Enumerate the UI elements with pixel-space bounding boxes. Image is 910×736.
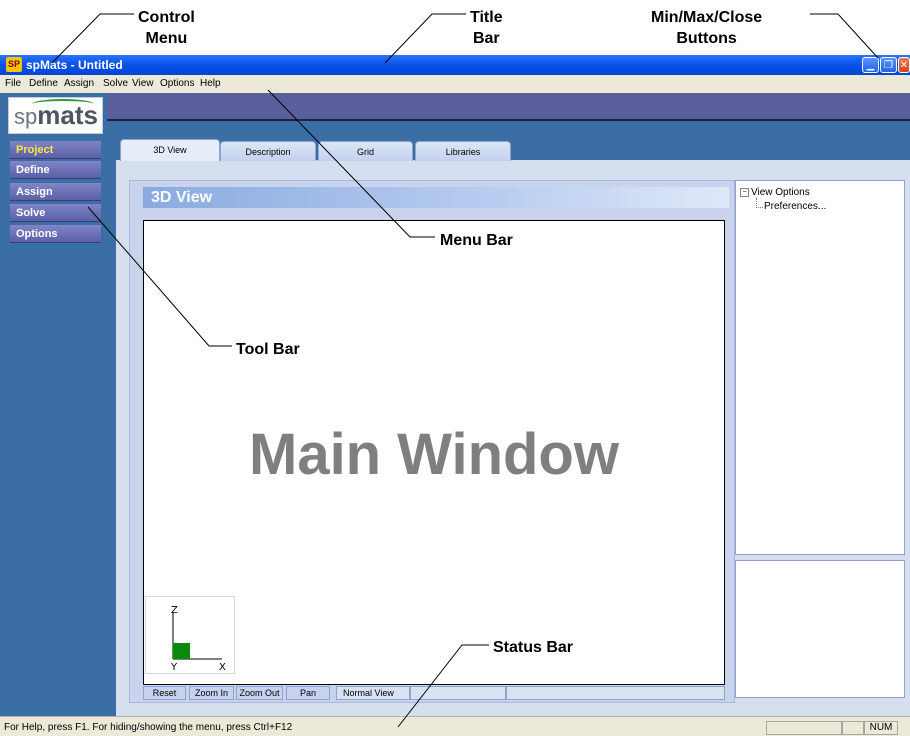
menu-solve[interactable]: Solve xyxy=(103,77,128,91)
axes-icon: Z Y X xyxy=(170,605,226,673)
menu-view[interactable]: View xyxy=(132,77,154,91)
callout-title-bar-line1: Title xyxy=(470,9,503,26)
callout-tool-bar: Tool Bar xyxy=(236,341,300,358)
toolbar-options[interactable]: Options xyxy=(10,225,101,243)
callout-window-buttons-line2: Buttons xyxy=(676,30,737,47)
tab-description[interactable]: Description xyxy=(220,141,316,161)
callout-window-buttons-line1: Min/Max/Close xyxy=(651,9,763,26)
callout-control-menu: Control Menu xyxy=(138,7,195,49)
callout-status-bar: Status Bar xyxy=(493,639,574,656)
view-title: 3D View xyxy=(143,187,729,208)
axis-y-label: Y xyxy=(170,662,178,673)
main-window-label: Main Window xyxy=(249,422,619,487)
tree-root-view-options[interactable]: View Options xyxy=(751,187,810,199)
callout-control-menu-line1: Control xyxy=(138,9,195,26)
toolbar-project[interactable]: Project xyxy=(10,141,101,159)
menu-assign[interactable]: Assign xyxy=(64,77,94,91)
zoom-in-button[interactable]: Zoom In xyxy=(189,686,234,700)
control-menu-icon[interactable]: SP xyxy=(6,57,22,72)
minimize-icon[interactable]: ▁ xyxy=(862,57,879,73)
tab-grid[interactable]: Grid xyxy=(318,141,413,161)
callout-title-bar: Title Bar xyxy=(470,7,503,49)
tree-item-preferences[interactable]: Preferences... xyxy=(764,201,826,213)
status-num-indicator: NUM xyxy=(864,721,898,735)
logo-name: mats xyxy=(37,100,98,130)
toolbar-assign[interactable]: Assign xyxy=(10,183,101,201)
title-bar[interactable] xyxy=(0,55,910,75)
tab-3d-view[interactable]: 3D View xyxy=(120,139,220,161)
status-cell-2 xyxy=(842,721,864,735)
zoom-out-button[interactable]: Zoom Out xyxy=(236,686,283,700)
close-icon[interactable]: ✕ xyxy=(898,57,910,73)
menu-help[interactable]: Help xyxy=(200,77,221,91)
menu-file[interactable]: File xyxy=(5,77,21,91)
logo-prefix: sp xyxy=(14,104,38,129)
menu-define[interactable]: Define xyxy=(29,77,58,91)
callout-window-buttons: Min/Max/Close Buttons xyxy=(651,7,762,49)
properties-panel xyxy=(735,560,905,698)
tab-libraries[interactable]: Libraries xyxy=(415,141,511,161)
header-band xyxy=(107,93,910,121)
restore-icon[interactable]: ❐ xyxy=(880,57,897,73)
window-title: spMats - Untitled xyxy=(26,58,123,72)
status-cell-1 xyxy=(766,721,842,735)
menu-options[interactable]: Options xyxy=(160,77,194,91)
view-options-tree xyxy=(735,180,905,555)
toolbar-solve[interactable]: Solve xyxy=(10,204,101,222)
axes-indicator: Z Y X xyxy=(145,596,235,674)
view-mode-status: Normal View xyxy=(336,686,410,700)
tree-collapse-icon[interactable]: − xyxy=(740,188,749,197)
pan-button[interactable]: Pan xyxy=(286,686,330,700)
view-status-cell-end xyxy=(506,686,725,700)
callout-control-menu-line2: Menu xyxy=(145,30,188,47)
status-help-text: For Help, press F1. For hiding/showing t… xyxy=(4,722,293,733)
tree-connector-branch xyxy=(756,207,763,208)
callout-title-bar-line2: Bar xyxy=(472,30,500,47)
view-status-cell xyxy=(410,686,506,700)
callout-menu-bar: Menu Bar xyxy=(440,232,513,249)
logo-text: spmats xyxy=(14,100,98,132)
axis-x-label: X xyxy=(219,662,226,673)
toolbar-define[interactable]: Define xyxy=(10,161,101,179)
axis-z-label: Z xyxy=(171,605,178,616)
reset-button[interactable]: Reset xyxy=(143,686,186,700)
